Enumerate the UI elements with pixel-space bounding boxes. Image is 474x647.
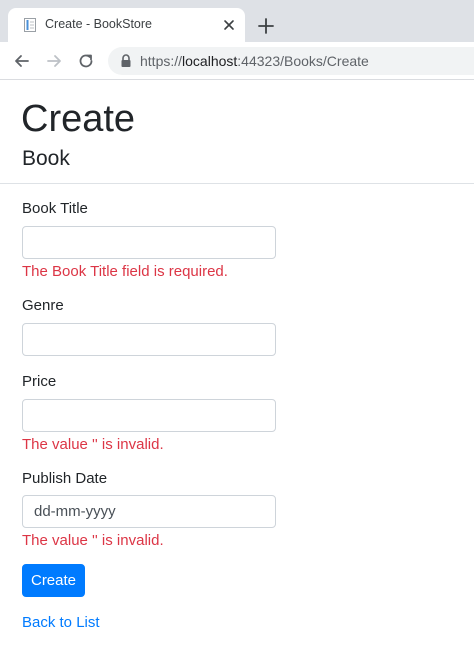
page-content: Create Book Book Title The Book Title fi… [0,80,474,647]
tab-strip: Create - BookStore [0,0,474,42]
tab-title: Create - BookStore [45,17,152,31]
forward-arrow-icon[interactable] [44,51,64,71]
book-title-label: Book Title [22,200,88,217]
browser-tab[interactable]: Create - BookStore [8,8,245,42]
address-bar[interactable]: https://localhost:44323/Books/Create [108,47,474,75]
url-host: localhost [182,53,238,69]
publish-date-input[interactable] [22,495,276,528]
page-title: Create [21,98,136,140]
page-favicon-icon [24,18,36,32]
divider [0,183,474,184]
url-path: :44323/Books/Create [237,53,369,69]
browser-toolbar: https://localhost:44323/Books/Create [0,42,474,80]
price-label: Price [22,373,57,390]
price-error: The value '' is invalid. [22,436,164,453]
browser-window: Create - BookStore https://localhost:443… [0,0,474,647]
genre-input[interactable] [22,323,276,356]
lock-icon[interactable] [120,54,132,68]
reload-icon[interactable] [76,51,96,71]
back-to-list-link[interactable]: Back to List [22,614,100,631]
book-title-input[interactable] [22,226,276,259]
price-input[interactable] [22,399,276,432]
close-tab-icon[interactable] [221,17,237,33]
publish-date-error: The value '' is invalid. [22,532,164,549]
publish-date-label: Publish Date [22,470,108,487]
book-title-error: The Book Title field is required. [22,263,228,280]
genre-label: Genre [22,297,64,314]
page-subtitle: Book [22,147,70,170]
url-text: https://localhost:44323/Books/Create [140,53,369,69]
url-scheme: https:// [140,53,183,69]
new-tab-icon[interactable] [256,16,276,36]
back-arrow-icon[interactable] [12,51,32,71]
create-button[interactable]: Create [22,564,85,597]
